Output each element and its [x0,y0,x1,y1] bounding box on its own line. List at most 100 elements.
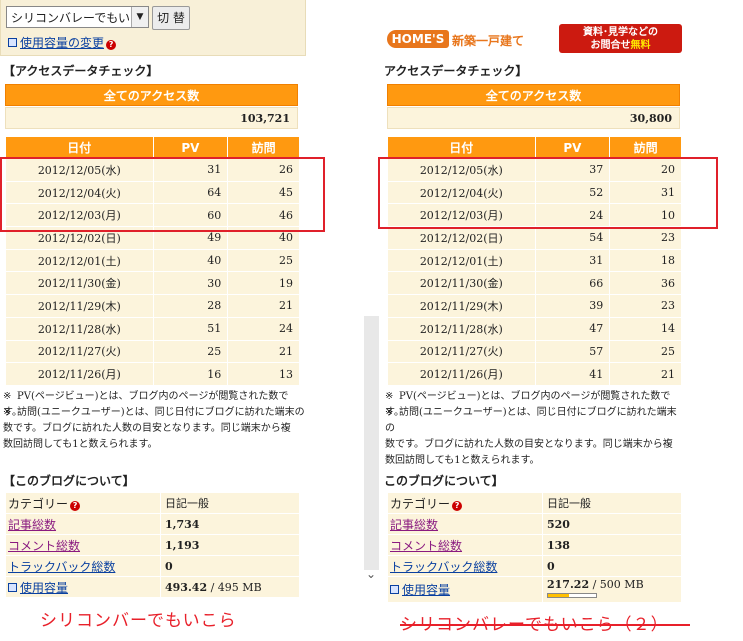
left-caption: シリコンバーでもいこら [40,611,237,631]
left-blog-panel: シリコンバレーでもい ▼ 切 替 使用容量の変更? 【アクセスデータチェック】 … [0,0,306,600]
about-table: カテゴリー? 日記一般 記事総数 1,734 コメント総数 1,193 トラック… [5,492,300,598]
switch-button[interactable]: 切 替 [152,6,190,30]
usage-progress-bar [547,593,597,598]
pv-cell: 25 [152,339,229,364]
visits-cell: 19 [227,271,300,296]
date-cell: 2012/11/27(火) [5,339,154,364]
articles-link[interactable]: 記事総数 [8,518,56,532]
visits-cell: 36 [609,271,682,296]
date-cell: 2012/11/29(木) [387,294,536,318]
pv-cell: 39 [534,294,611,318]
visits-cell: 13 [227,362,300,386]
visits-cell: 24 [227,316,300,341]
help-icon[interactable]: ? [106,40,117,50]
usage-link[interactable]: 使用容量 [20,581,68,595]
edit-icon [8,38,17,47]
comments-link[interactable]: コメント総数 [390,539,462,553]
usage-value: 217.22 [547,577,590,591]
homes-ad-banner[interactable]: HOME'S 新築一戸建て 資料･見学などの お問合せ無料 [387,24,682,54]
pv-cell: 28 [152,294,229,318]
trackbacks-link[interactable]: トラックバック総数 [8,560,115,574]
pv-cell: 57 [534,339,611,364]
visits-cell: 21 [227,339,300,364]
table-row: 2012/11/30(金) 66 36 [387,271,682,296]
date-cell: 2012/12/02(日) [387,226,536,250]
all-access-header: 全てのアクセス数 [5,84,298,106]
date-cell: 2012/11/28(水) [387,316,536,341]
pv-cell: 16 [152,362,229,386]
column-header-visits: 訪問 [227,136,300,159]
help-icon[interactable]: ? [70,500,81,511]
access-section-title: 【アクセスデータチェック】 [3,64,159,78]
usage-change-link[interactable]: 使用容量の変更? [8,34,117,51]
date-cell: 2012/11/30(金) [5,271,154,296]
visits-cell: 23 [609,294,682,318]
table-row: 2012/11/28(水) 47 14 [387,316,682,341]
access-section-title: アクセスデータチェック】 [384,64,528,78]
visits-cell: 23 [609,226,682,250]
visits-cell: 14 [609,316,682,341]
usage-link[interactable]: 使用容量 [402,583,450,597]
comments-value: 1,193 [160,534,300,556]
about-row-articles: 記事総数 520 [387,513,682,535]
vertical-scrollbar[interactable]: ⌄ [363,0,380,590]
table-row: 2012/11/29(木) 28 21 [5,294,300,318]
date-cell: 2012/11/29(木) [5,294,154,318]
help-icon[interactable]: ? [452,500,463,511]
visit-note: ※ 訪問(ユニークユーザー)とは、同じ日付にブログに訪れた端末の 数です。ブログに… [385,407,677,466]
comments-link[interactable]: コメント総数 [8,539,80,553]
date-cell: 2012/11/28(水) [5,316,154,341]
table-row: 2012/11/27(火) 25 21 [5,339,300,364]
about-row-trackbacks: トラックバック総数 0 [5,555,300,577]
comments-value: 138 [542,534,682,556]
pv-cell: 40 [152,248,229,273]
highlight-box-left [0,157,325,232]
trackbacks-value: 0 [160,555,300,577]
trackbacks-value: 0 [542,555,682,577]
table-row: 2012/12/01(土) 31 18 [387,248,682,273]
about-row-usage: 使用容量 217.22 / 500 MB [387,576,682,603]
visits-cell: 25 [227,248,300,273]
articles-link[interactable]: 記事総数 [390,518,438,532]
table-row: 2012/11/30(金) 30 19 [5,271,300,296]
scroll-down-icon[interactable]: ⌄ [366,567,376,581]
all-access-total: 103,721 [5,107,298,129]
table-row: 2012/12/02(日) 54 23 [387,226,682,250]
highlight-box-right [378,157,718,229]
articles-value: 520 [542,513,682,535]
column-header-pv: PV [534,136,611,159]
banner-text: 新築一戸建て [452,34,525,48]
column-header-date: 日付 [5,136,154,159]
blog-switcher-box: シリコンバレーでもい ▼ 切 替 使用容量の変更? [0,0,306,56]
column-header-pv: PV [152,136,229,159]
about-row-usage: 使用容量 493.42 / 495 MB [5,576,300,598]
scrollbar-thumb[interactable] [364,316,379,570]
date-cell: 2012/12/01(土) [387,248,536,273]
edit-icon [8,582,17,592]
visit-note: ※ 訪問(ユニークユーザー)とは、同じ日付にブログに訪れた端末の 数です。ブログに… [3,407,305,450]
visits-cell: 21 [609,362,682,386]
banner-cta-button[interactable]: 資料･見学などの お問合せ無料 [559,24,682,53]
trackbacks-link[interactable]: トラックバック総数 [390,560,497,574]
usage-progress-fill [548,594,569,597]
about-section-title: このブログについて】 [384,474,504,488]
about-row-comments: コメント総数 1,193 [5,534,300,556]
chevron-down-icon[interactable]: ▼ [131,7,148,27]
about-row-category: カテゴリー? 日記一般 [387,492,682,514]
pv-cell: 31 [534,248,611,273]
date-cell: 2012/11/30(金) [387,271,536,296]
all-access-total: 30,800 [387,107,680,129]
visits-cell: 21 [227,294,300,318]
about-table: カテゴリー? 日記一般 記事総数 520 コメント総数 138 トラックバック総… [387,492,682,603]
blog-select[interactable]: シリコンバレーでもい ▼ [6,6,149,28]
column-header-visits: 訪問 [609,136,682,159]
about-row-comments: コメント総数 138 [387,534,682,556]
usage-total: / 500 MB [589,577,644,591]
homes-logo: HOME'S [387,30,449,48]
edit-icon [390,585,399,594]
usage-value: 493.42 [165,580,208,594]
date-cell: 2012/11/26(月) [387,362,536,386]
about-row-articles: 記事総数 1,734 [5,513,300,535]
table-row: 2012/11/26(月) 16 13 [5,362,300,386]
category-value: 日記一般 [542,492,682,514]
